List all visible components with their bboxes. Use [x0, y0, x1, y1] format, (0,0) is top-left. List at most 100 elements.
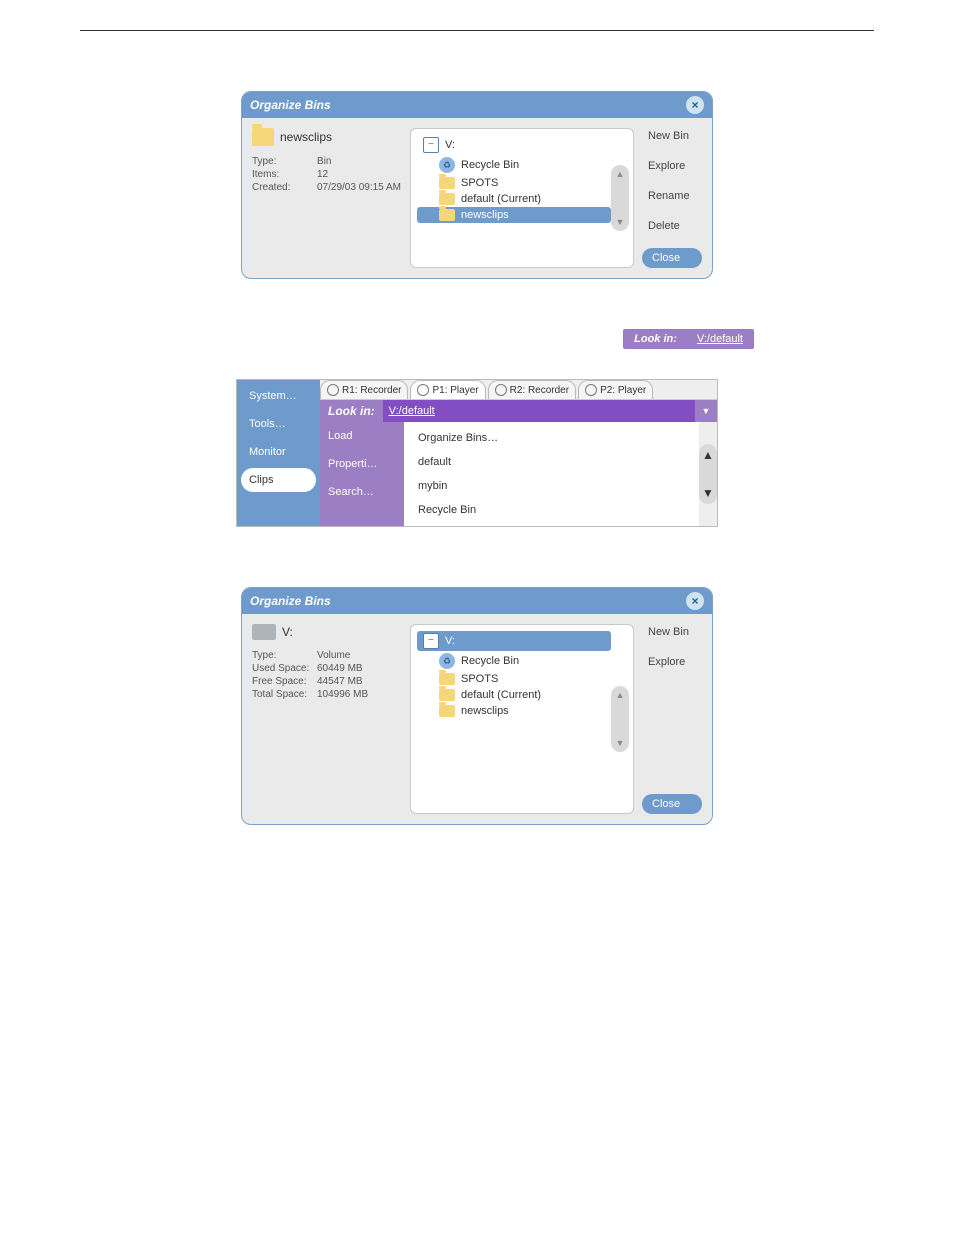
dropdown-icon[interactable]: ▼ [695, 400, 717, 422]
collapse-icon[interactable]: − [423, 137, 439, 153]
tree-label: newsclips [461, 209, 509, 221]
radio-icon [495, 384, 507, 396]
chevron-down-icon[interactable]: ▼ [616, 738, 625, 748]
dialog-title: Organize Bins [250, 98, 331, 112]
clips-panel: System… Tools… Monitor Clips R1: Recorde… [236, 379, 718, 527]
radio-icon [417, 384, 429, 396]
tree-item-spots[interactable]: SPOTS [417, 175, 611, 191]
type-value: Volume [317, 650, 350, 661]
tabs: R1: Recorder P1: Player R2: Recorder P2:… [320, 380, 717, 400]
folder-icon [252, 128, 274, 146]
lookin-row: Look in: V:/default ▼ [320, 400, 717, 422]
recycle-icon: ♻ [439, 653, 455, 669]
folder-icon [439, 673, 455, 685]
chevron-up-icon[interactable]: ▲ [702, 448, 714, 462]
free-label: Free Space: [252, 676, 317, 687]
used-value: 60449 MB [317, 663, 363, 674]
sidebar: System… Tools… Monitor Clips [237, 380, 320, 526]
rename-button[interactable]: Rename [642, 188, 702, 204]
created-value: 07/29/03 09:15 AM [317, 182, 401, 193]
root-label: V: [445, 635, 455, 647]
sidebar-item-system[interactable]: System… [241, 384, 316, 408]
action-column: Load Properti… Search… [320, 422, 404, 526]
tree-pane: − V: ♻ Recycle Bin SPOTS default (Curren… [410, 128, 634, 268]
explore-button[interactable]: Explore [642, 158, 702, 174]
folder-icon [439, 209, 455, 221]
tree-item-recycle[interactable]: ♻ Recycle Bin [417, 651, 611, 671]
radio-icon [327, 384, 339, 396]
tree-root[interactable]: − V: [417, 135, 611, 155]
recycle-icon: ♻ [439, 157, 455, 173]
info-pane: V: Type:Volume Used Space:60449 MB Free … [252, 624, 402, 814]
items-label: Items: [252, 169, 317, 180]
titlebar: Organize Bins × [242, 588, 712, 614]
tree-item-newsclips[interactable]: newsclips [417, 207, 611, 223]
root-label: V: [445, 139, 455, 151]
free-value: 44547 MB [317, 676, 363, 687]
list-item-mybin[interactable]: mybin [414, 474, 689, 498]
tab-p2[interactable]: P2: Player [578, 380, 653, 399]
tab-label: R2: Recorder [510, 385, 569, 396]
chevron-down-icon[interactable]: ▼ [702, 486, 714, 500]
list-item-default[interactable]: default [414, 450, 689, 474]
list-item-recycle[interactable]: Recycle Bin [414, 498, 689, 522]
close-icon[interactable]: × [686, 96, 704, 114]
sidebar-item-clips[interactable]: Clips [241, 468, 316, 492]
scrollbar[interactable]: ▲▼ [611, 631, 629, 807]
type-value: Bin [317, 156, 331, 167]
delete-button[interactable]: Delete [642, 218, 702, 234]
tab-label: P1: Player [432, 385, 478, 396]
chevron-down-icon[interactable]: ▼ [616, 217, 625, 227]
scrollbar[interactable]: ▲▼ [699, 422, 717, 526]
sidebar-item-tools[interactable]: Tools… [241, 412, 316, 436]
tree-label: SPOTS [461, 177, 498, 189]
new-bin-button[interactable]: New Bin [642, 128, 702, 144]
sidebar-item-monitor[interactable]: Monitor [241, 440, 316, 464]
tab-p1[interactable]: P1: Player [410, 380, 485, 399]
organize-bins-dialog-1: Organize Bins × newsclips Type:Bin Items… [241, 91, 713, 279]
tab-r2[interactable]: R2: Recorder [488, 380, 576, 399]
tree-root[interactable]: − V: [417, 631, 611, 651]
top-rule [80, 30, 874, 31]
tree-label: default (Current) [461, 193, 541, 205]
chevron-up-icon[interactable]: ▲ [616, 169, 625, 179]
type-label: Type: [252, 156, 317, 167]
search-button[interactable]: Search… [322, 480, 402, 504]
properties-button[interactable]: Properti… [322, 452, 402, 476]
tree-item-default[interactable]: default (Current) [417, 687, 611, 703]
tree-label: Recycle Bin [461, 655, 519, 667]
chevron-up-icon[interactable]: ▲ [616, 690, 625, 700]
scrollbar[interactable]: ▲▼ [611, 135, 629, 261]
path-input[interactable]: V:/default [383, 400, 695, 422]
tree-item-newsclips[interactable]: newsclips [417, 703, 611, 719]
close-icon[interactable]: × [686, 592, 704, 610]
new-bin-button[interactable]: New Bin [642, 624, 702, 640]
lookin-snippet[interactable]: Look in: V:/default [623, 329, 754, 349]
total-label: Total Space: [252, 689, 317, 700]
button-column: New Bin Explore Rename Delete Close [642, 128, 702, 268]
tree-label: SPOTS [461, 673, 498, 685]
tab-r1[interactable]: R1: Recorder [320, 380, 408, 399]
lookin-label: Look in: [624, 330, 687, 348]
dialog-title: Organize Bins [250, 594, 331, 608]
tree-label: Recycle Bin [461, 159, 519, 171]
folder-icon [439, 177, 455, 189]
button-column: New Bin Explore Close [642, 624, 702, 814]
bin-list: Organize Bins… default mybin Recycle Bin [404, 422, 699, 526]
list-item-organize[interactable]: Organize Bins… [414, 426, 689, 450]
lookin-label: Look in: [320, 400, 383, 422]
tree-label: default (Current) [461, 689, 541, 701]
explore-button[interactable]: Explore [642, 654, 702, 670]
used-label: Used Space: [252, 663, 317, 674]
tab-label: P2: Player [600, 385, 646, 396]
close-button[interactable]: Close [642, 248, 702, 268]
folder-icon [439, 689, 455, 701]
tree-item-recycle[interactable]: ♻ Recycle Bin [417, 155, 611, 175]
close-button[interactable]: Close [642, 794, 702, 814]
total-value: 104996 MB [317, 689, 368, 700]
load-button[interactable]: Load [322, 424, 402, 448]
collapse-icon[interactable]: − [423, 633, 439, 649]
tree-item-spots[interactable]: SPOTS [417, 671, 611, 687]
tree-item-default[interactable]: default (Current) [417, 191, 611, 207]
folder-icon [439, 705, 455, 717]
